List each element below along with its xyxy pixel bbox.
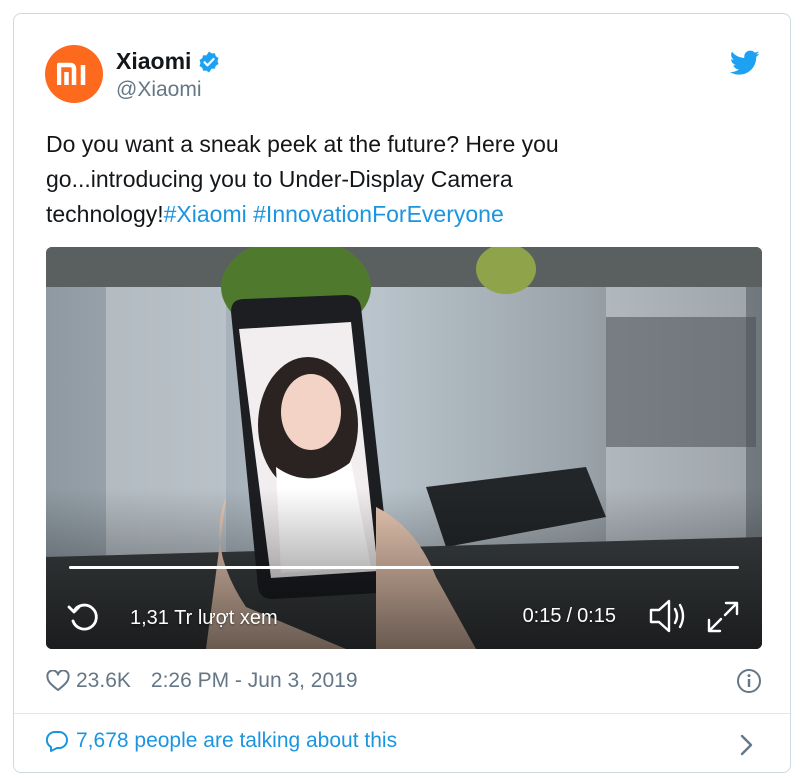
- conversation-label: 7,678 people are talking about this: [76, 729, 398, 752]
- video-frame: [46, 247, 762, 649]
- replay-icon[interactable]: [66, 599, 102, 635]
- tweet-text: Do you want a sneak peek at the future? …: [46, 127, 646, 232]
- xiaomi-logo-icon: [57, 62, 86, 85]
- twitter-bird-icon[interactable]: [730, 50, 760, 76]
- hashtag-xiaomi[interactable]: #Xiaomi: [164, 201, 247, 227]
- author-name-text: Xiaomi: [116, 48, 192, 74]
- reply-bubble-icon: [46, 730, 68, 752]
- tweet-card: Xiaomi @Xiaomi Do you want a sneak peek …: [13, 13, 791, 773]
- duration: 0:15: [577, 605, 616, 627]
- divider: [14, 713, 790, 714]
- video-player[interactable]: 1,31 Tr lượt xem 0:15/0:15: [46, 247, 762, 649]
- video-time: 0:15/0:15: [523, 605, 616, 628]
- progress-track[interactable]: [69, 566, 739, 569]
- fullscreen-icon[interactable]: [706, 600, 740, 634]
- tweet-timestamp[interactable]: 2:26 PM - Jun 3, 2019: [151, 669, 358, 693]
- avatar[interactable]: [45, 45, 103, 103]
- conversation-link[interactable]: 7,678 people are talking about this: [46, 729, 397, 753]
- tweet-meta: 23.6K 2:26 PM - Jun 3, 2019: [46, 666, 762, 696]
- hashtag-innovation[interactable]: #InnovationForEveryone: [253, 201, 504, 227]
- author-name[interactable]: Xiaomi: [116, 48, 221, 75]
- like-count: 23.6K: [76, 669, 131, 692]
- current-time: 0:15: [522, 605, 562, 627]
- like-button[interactable]: 23.6K: [46, 669, 131, 693]
- time-separator: /: [566, 605, 573, 627]
- info-icon[interactable]: [736, 668, 762, 694]
- volume-icon[interactable]: [648, 597, 688, 635]
- progress-fill: [69, 566, 739, 569]
- view-count: 1,31 Tr lượt xem: [130, 607, 278, 629]
- chevron-right-icon[interactable]: [740, 734, 754, 756]
- verified-badge-icon: [199, 51, 219, 72]
- heart-icon: [46, 670, 70, 691]
- author-handle[interactable]: @Xiaomi: [116, 78, 202, 102]
